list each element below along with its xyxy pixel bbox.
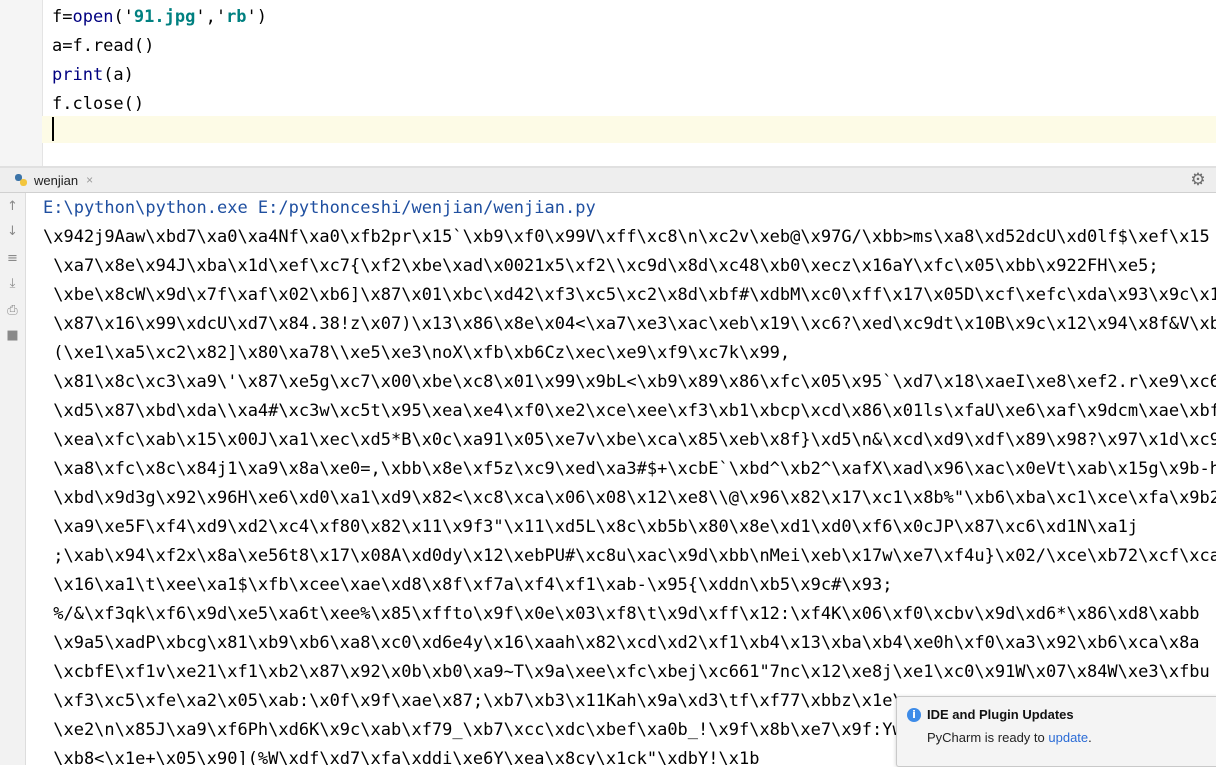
console-output-line: \xa9\xe5F\xf4\xd9\xd2\xc4\xf80\x82\x11\x…	[43, 517, 1139, 537]
run-tab-label: wenjian	[34, 172, 79, 188]
console-output-line: \xa8\xfc\x8c\x84j1\xa9\x8a\xe0=,\xbb\x8e…	[43, 459, 1216, 479]
console-output-line: \xe2\n\x85J\xa9\xf6Ph\xd6K\x9c\xab\xf79_…	[43, 720, 913, 740]
console-output-line: \xea\xfc\xab\x15\x00J\xa1\xec\xd5*B\x0c\…	[43, 430, 1216, 450]
editor-gutter	[0, 0, 43, 168]
code-line: f.close()	[52, 94, 145, 114]
console-output-line: \xcbfE\xf1v\xe21\xf1\xb2\x87\x92\x0b\xb0…	[43, 662, 1210, 682]
console-output-line: \xbe\x8cW\x9d\x7f\xaf\x02\xb6]\x87\x01\x…	[43, 285, 1216, 305]
console-output-line: \xbd\x9d3g\x92\x96H\xe6\xd0\xa1\xd9\x82<…	[43, 488, 1216, 508]
soft-wrap-icon[interactable]: ≡	[3, 249, 22, 268]
info-icon: i	[907, 708, 921, 722]
console-output-line: \xa7\x8e\x94J\xba\x1d\xef\xc7{\xf2\xbe\x…	[43, 256, 1159, 276]
trash-icon[interactable]: ■	[3, 326, 22, 345]
run-toolwindow-header: wenjian × ⚙	[0, 168, 1216, 193]
code-line: f=open('91.jpg','rb')	[52, 7, 268, 27]
console-output-line: \x81\x8c\xc3\xa9\'\x87\xe5g\xc7\x00\xbe\…	[43, 372, 1216, 392]
console-output-line: (\xe1\xa5\xc2\x82]\x80\xa78\\xe5\xe3\noX…	[43, 343, 791, 363]
console-output-line: \x16\xa1\t\xee\xa1$\xfb\xcee\xae\xd8\x8f…	[43, 575, 893, 595]
console-output-line: %/&\xf3qk\xf6\x9d\xe5\xa6t\xee%\x85\xfft…	[43, 604, 1200, 624]
console-output-line: \x942j9Aaw\xbd7\xa0\xa4Nf\xa0\xfb2pr\x15…	[43, 227, 1210, 247]
console-command-line: E:\python\python.exe E:/pythonceshi/wenj…	[43, 198, 596, 218]
console-output-line: \xf3\xc5\xfe\xa2\x05\xab:\x0f\x9f\xae\x8…	[43, 691, 913, 711]
console-output-line: \x87\x16\x99\xdcU\xd7\x84.38!z\x07)\x13\…	[43, 314, 1216, 334]
update-link[interactable]: update	[1048, 730, 1088, 745]
console-output-line: ;\xab\x94\xf2x\x8a\xe56t8\x17\x08A\xd0dy…	[43, 546, 1216, 566]
close-icon[interactable]: ×	[86, 173, 93, 187]
text-caret	[52, 117, 54, 141]
notification-body: PyCharm is ready to update.	[927, 730, 1092, 745]
scroll-down-icon[interactable]: ↓	[3, 222, 22, 241]
run-console[interactable]: E:\python\python.exe E:/pythonceshi/wenj…	[26, 193, 1216, 765]
run-toolbar: ↑ ↓ ≡ ⤓ ⎙ ■	[0, 193, 26, 765]
gear-icon[interactable]: ⚙	[1188, 170, 1208, 190]
python-icon	[14, 173, 28, 187]
console-output-line: \x9a5\xadP\xbcg\x81\xb9\xb6\xa8\xc0\xd6e…	[43, 633, 1200, 653]
current-line-highlight	[42, 116, 1216, 143]
notification-title: IDE and Plugin Updates	[927, 707, 1074, 722]
console-output-line: \xd5\x87\xbd\xda\\xa4#\xc3w\xc5t\x95\xea…	[43, 401, 1216, 421]
code-line: print(a)	[52, 65, 134, 85]
run-tab-wenjian[interactable]: wenjian ×	[6, 168, 101, 192]
scroll-up-icon[interactable]: ↑	[3, 197, 22, 216]
code-editor[interactable]: f=open('91.jpg','rb') a=f.read() print(a) f…	[0, 0, 1216, 168]
scroll-to-end-icon[interactable]: ⤓	[3, 274, 22, 293]
console-output-line: \xb8<\x1e+\x05\x90](%W\xdf\xd7\xfa\xddi\…	[43, 749, 760, 765]
print-icon[interactable]: ⎙	[3, 301, 22, 320]
code-line: a=f.read()	[52, 36, 155, 56]
update-notification[interactable]: i IDE and Plugin Updates PyCharm is read…	[896, 696, 1216, 767]
